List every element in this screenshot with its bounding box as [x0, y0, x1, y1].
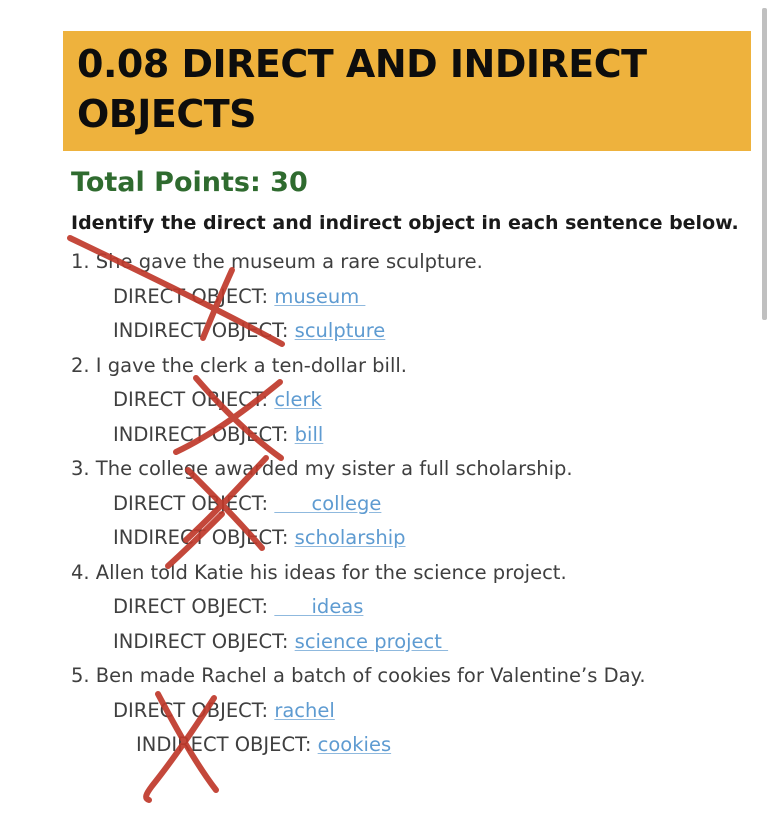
indirect-object-label: INDIRECT OBJECT: — [136, 733, 318, 756]
page-title: 0.08 DIRECT AND INDIRECT OBJECTS — [77, 42, 647, 136]
indirect-object-answer[interactable]: scholarship — [295, 526, 406, 549]
direct-object-answer[interactable]: clerk — [274, 388, 321, 411]
scrollbar-thumb[interactable] — [762, 8, 767, 320]
worksheet-title-banner: 0.08 DIRECT AND INDIRECT OBJECTS — [63, 31, 751, 151]
indirect-object-row: INDIRECT OBJECT: scholarship — [71, 521, 772, 556]
indirect-object-row: INDIRECT OBJECT: bill — [71, 418, 772, 453]
indirect-object-answer[interactable]: science project — [295, 630, 448, 653]
direct-object-label: DIRECT OBJECT: — [113, 284, 275, 308]
indirect-object-label: INDIRECT OBJECT: — [113, 526, 295, 549]
direct-object-answer[interactable]: college — [274, 492, 382, 515]
question-sentence: 2. I gave the clerk a ten-dollar bill. — [71, 353, 407, 377]
direct-object-label: DIRECT OBJECT: — [113, 388, 275, 411]
direct-object-row: DIRECT OBJECT: clerk — [71, 383, 772, 418]
question-item: 2. I gave the clerk a ten-dollar bill. D… — [71, 349, 772, 453]
indirect-object-label: INDIRECT OBJECT: — [113, 629, 295, 653]
vertical-scrollbar[interactable] — [758, 0, 772, 828]
worksheet-page: 0.08 DIRECT AND INDIRECT OBJECTS Total P… — [63, 0, 772, 828]
direct-object-answer[interactable]: museum — [274, 285, 365, 308]
question-sentence: 5. Ben made Rachel a batch of cookies fo… — [71, 664, 646, 687]
direct-object-row: DIRECT OBJECT: ideas — [71, 590, 772, 625]
indirect-object-label: INDIRECT OBJECT: — [113, 422, 295, 446]
question-sentence: 3. The college awarded my sister a full … — [71, 457, 573, 480]
direct-object-row: DIRECT OBJECT: museum — [71, 280, 772, 315]
direct-object-row: DIRECT OBJECT: college — [71, 487, 772, 522]
instruction-text: Identify the direct and indirect object … — [71, 212, 739, 234]
direct-object-label: DIRECT OBJECT: — [113, 491, 275, 515]
question-item: 1. She gave the museum a rare sculpture.… — [71, 245, 772, 349]
question-sentence: 1. She gave the museum a rare sculpture. — [71, 250, 483, 273]
document-viewport: 0.08 DIRECT AND INDIRECT OBJECTS Total P… — [0, 0, 772, 828]
total-points-label: Total Points: 30 — [71, 167, 308, 198]
direct-object-label: DIRECT OBJECT: — [113, 698, 275, 722]
direct-object-answer[interactable]: ideas — [274, 595, 364, 618]
question-sentence: 4. Allen told Katie his ideas for the sc… — [71, 560, 567, 584]
question-item: 4. Allen told Katie his ideas for the sc… — [71, 556, 772, 660]
indirect-object-answer[interactable]: cookies — [318, 733, 391, 756]
indirect-object-answer[interactable]: bill — [295, 423, 324, 446]
question-list: 1. She gave the museum a rare sculpture.… — [71, 245, 772, 763]
indirect-object-row: INDIRECT OBJECT: sculpture — [71, 314, 772, 349]
indirect-object-answer[interactable]: sculpture — [295, 319, 386, 342]
direct-object-row: DIRECT OBJECT: rachel — [71, 694, 772, 729]
indirect-object-row: INDIRECT OBJECT: cookies — [71, 728, 772, 763]
indirect-object-label: INDIRECT OBJECT: — [113, 319, 295, 342]
direct-object-answer[interactable]: rachel — [274, 699, 334, 722]
indirect-object-row: INDIRECT OBJECT: science project — [71, 625, 772, 660]
direct-object-label: DIRECT OBJECT: — [113, 595, 275, 618]
question-item: 3. The college awarded my sister a full … — [71, 452, 772, 556]
question-item: 5. Ben made Rachel a batch of cookies fo… — [71, 659, 772, 763]
